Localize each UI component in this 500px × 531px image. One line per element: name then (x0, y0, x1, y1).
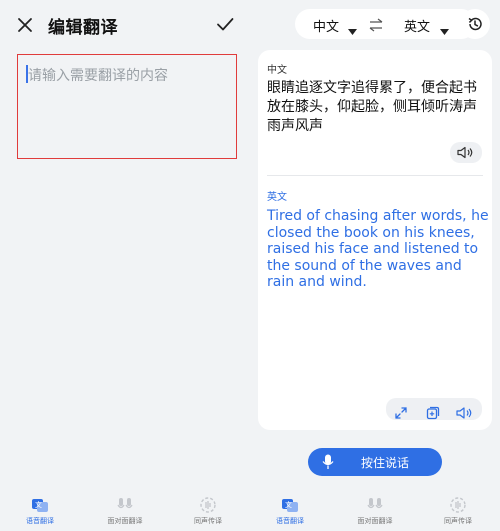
tab-face-to-face[interactable]: 面对面翻译 (345, 496, 405, 528)
swap-icon[interactable] (368, 17, 384, 32)
close-icon[interactable] (14, 14, 36, 36)
tab-face-to-face[interactable]: 面对面翻译 (95, 496, 155, 528)
svg-text:文: 文 (285, 500, 292, 509)
edit-translation-screen: 编辑翻译 请输入需要翻译的内容 文 语音翻译 面对面翻译 同声传译 (0, 0, 250, 531)
chevron-down-icon[interactable] (348, 21, 357, 40)
target-language-dropdown[interactable]: 英文 (404, 16, 430, 35)
tab-label: 语音翻译 (276, 517, 304, 525)
hold-to-speak-button[interactable]: 按住说话 (308, 448, 442, 476)
voice-translate-icon: 文 (281, 496, 299, 514)
simultaneous-icon (199, 496, 217, 514)
result-toolbar (386, 398, 482, 420)
input-placeholder: 请输入需要翻译的内容 (28, 68, 168, 84)
face-to-face-icon (366, 496, 384, 514)
source-language-dropdown[interactable]: 中文 (313, 16, 339, 35)
translation-result-card: 中文 眼睛追逐文字追得累了，便合起书放在膝头，仰起脸，侧耳倾听涛声雨声风声 英文… (258, 50, 492, 430)
divider (267, 175, 483, 176)
hold-to-speak-label: 按住说话 (361, 456, 410, 470)
language-selector: 中文 英文 (295, 9, 476, 39)
voice-translate-icon: 文 (31, 496, 49, 514)
tab-voice-translate[interactable]: 文 语音翻译 (260, 496, 320, 528)
svg-text:文: 文 (35, 500, 42, 509)
target-language-label: 英文 (267, 192, 287, 203)
tab-label: 面对面翻译 (357, 517, 393, 525)
play-source-audio-button[interactable] (450, 142, 482, 163)
source-text: 眼睛追逐文字追得累了，便合起书放在膝头，仰起脸，侧耳倾听涛声雨声风声 (267, 80, 477, 134)
tab-voice-translate[interactable]: 文 语音翻译 (10, 496, 70, 528)
tab-label: 面对面翻译 (107, 517, 143, 525)
tab-label: 同声传译 (444, 517, 472, 525)
page-title: 编辑翻译 (48, 18, 118, 38)
tab-label: 语音翻译 (26, 517, 54, 525)
history-button[interactable] (460, 9, 490, 39)
translated-text: Tired of chasing after words, he closed … (267, 208, 489, 291)
tab-simultaneous[interactable]: 同声传译 (178, 496, 238, 528)
simultaneous-icon (449, 496, 467, 514)
face-to-face-icon (116, 496, 134, 514)
tab-simultaneous[interactable]: 同声传译 (428, 496, 488, 528)
translation-input-field[interactable]: 请输入需要翻译的内容 (17, 54, 237, 159)
tab-label: 同声传译 (194, 517, 222, 525)
chevron-down-icon[interactable] (440, 21, 449, 40)
check-icon[interactable] (214, 13, 236, 35)
translation-result-screen: 中文 英文 中文 眼睛追逐文字追得累了，便合起书放在膝头，仰起脸，侧耳倾听涛声雨… (250, 0, 500, 531)
source-language-label: 中文 (267, 65, 287, 76)
